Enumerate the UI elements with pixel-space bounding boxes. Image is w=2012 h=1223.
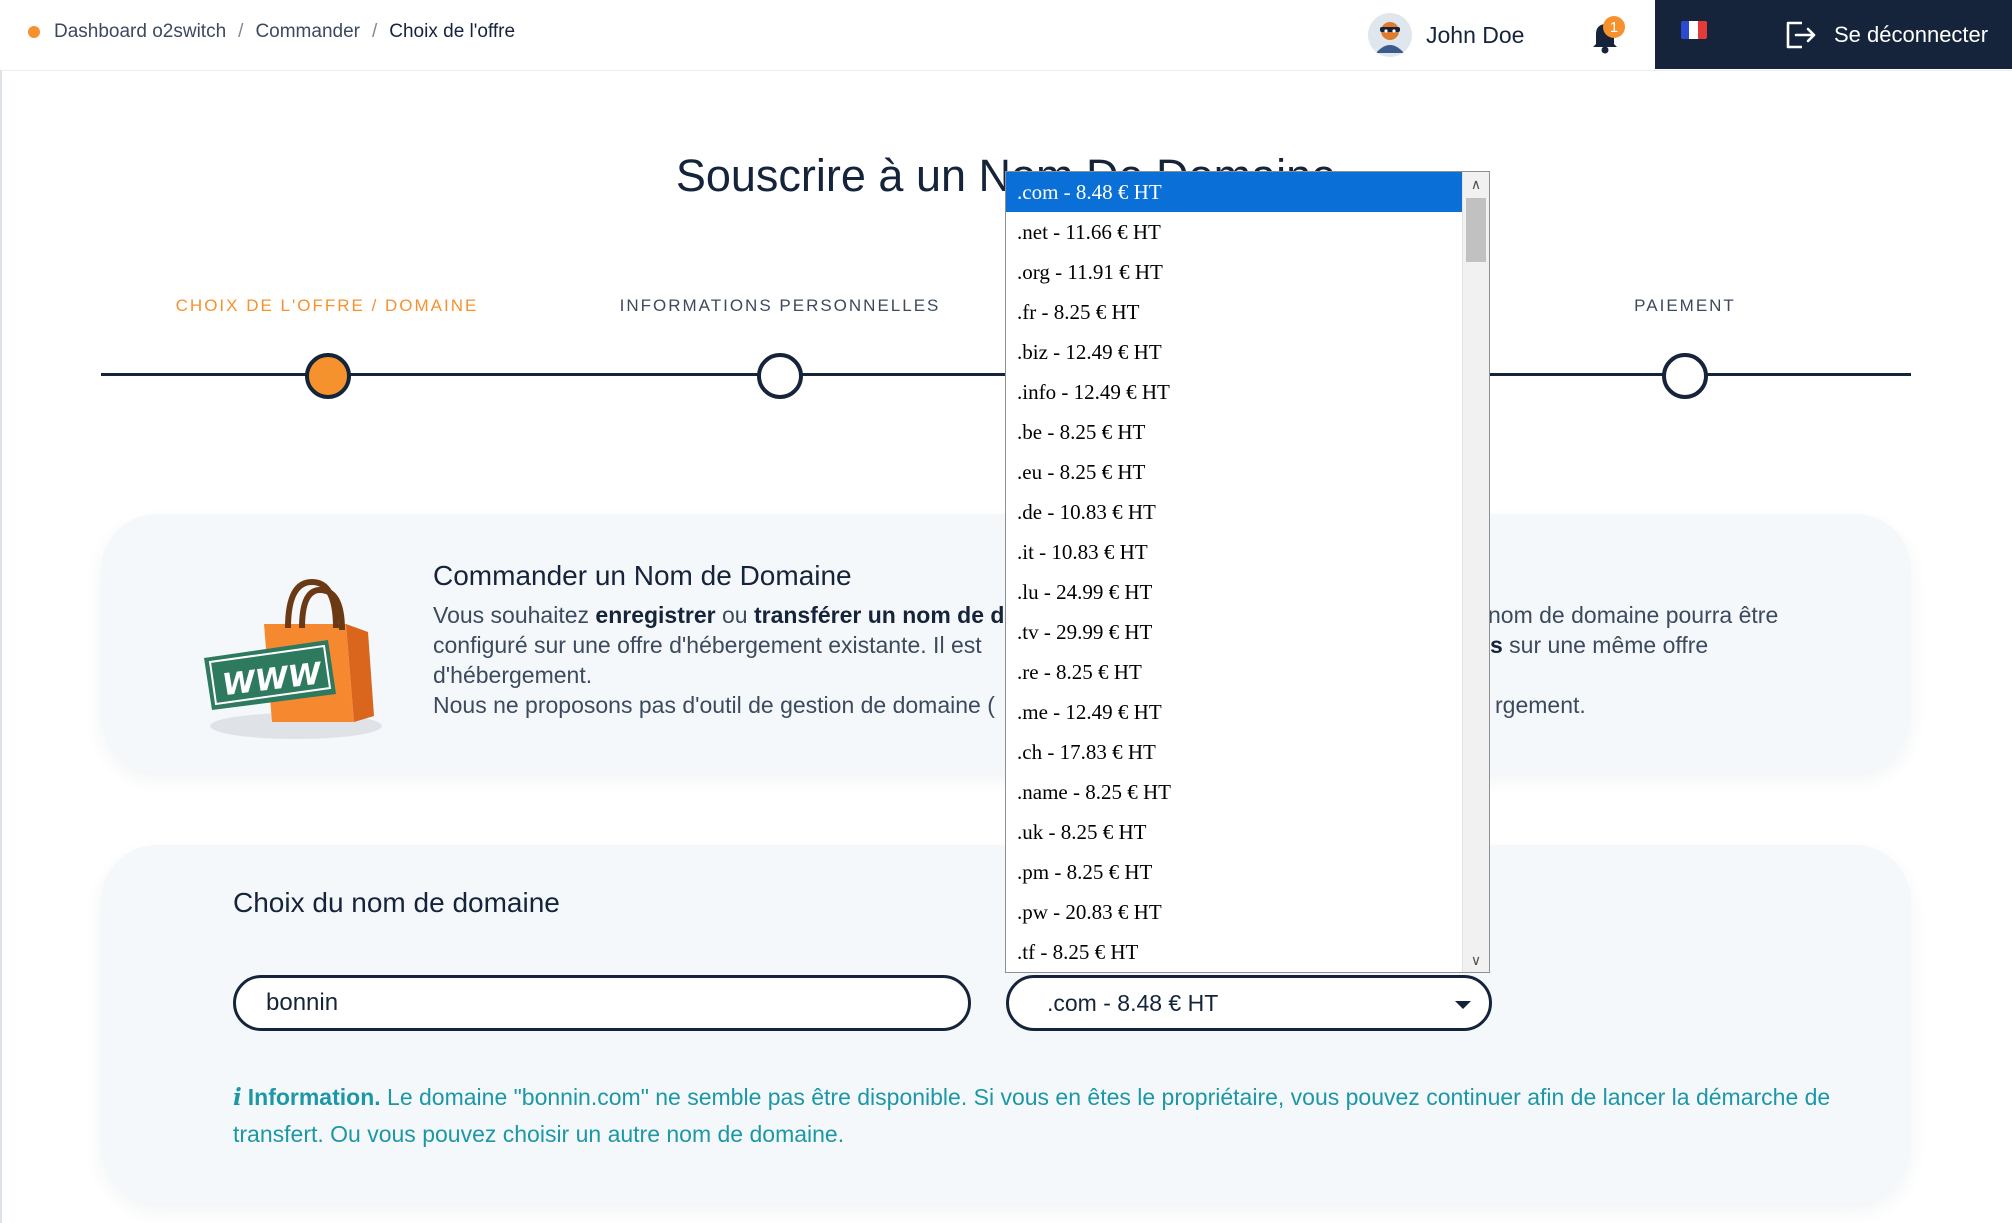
extension-option[interactable]: .pm - 8.25 € HT (1006, 852, 1464, 892)
extension-option[interactable]: .de - 10.83 € HT (1006, 492, 1464, 532)
extension-option[interactable]: .re - 8.25 € HT (1006, 652, 1464, 692)
extension-option[interactable]: .be - 8.25 € HT (1006, 412, 1464, 452)
status-dot-icon (28, 26, 40, 38)
scroll-down-icon[interactable]: ∨ (1463, 948, 1489, 972)
logout-button[interactable]: Se déconnecter (1732, 0, 2012, 69)
step-label-payment: PAIEMENT (1634, 296, 1736, 315)
top-bar: Dashboard o2switch / Commander / Choix d… (0, 0, 2012, 71)
domain-choice-title: Choix du nom de domaine (233, 887, 560, 918)
step-label-offer: CHOIX DE L'OFFRE / DOMAINE (175, 296, 479, 315)
extension-option[interactable]: .org - 11.91 € HT (1006, 252, 1464, 292)
extension-option[interactable]: .tv - 29.99 € HT (1006, 612, 1464, 652)
info-label: Information. (247, 1084, 381, 1110)
extension-option[interactable]: .fr - 8.25 € HT (1006, 292, 1464, 332)
fr-flag-icon (1680, 20, 1707, 39)
breadcrumb-commander-link[interactable]: Commander (255, 21, 360, 43)
extension-option[interactable]: .pw - 20.83 € HT (1006, 892, 1464, 932)
breadcrumb-separator: / (238, 21, 244, 42)
breadcrumb-separator: / (371, 21, 378, 42)
language-selector[interactable] (1655, 0, 1732, 69)
intro-title: Commander un Nom de Domaine (433, 560, 852, 591)
extension-option[interactable]: .biz - 12.49 € HT (1006, 332, 1464, 372)
user-name: John Doe (1426, 21, 1525, 48)
left-border (0, 70, 2, 1223)
logout-label: Se déconnecter (1834, 21, 1989, 47)
extension-option[interactable]: .lu - 24.99 € HT (1006, 572, 1464, 612)
chevron-down-icon (1455, 1001, 1471, 1009)
extension-option[interactable]: .name - 8.25 € HT (1006, 772, 1464, 812)
extension-option[interactable]: .info - 12.49 € HT (1006, 372, 1464, 412)
extension-option[interactable]: .eu - 8.25 € HT (1006, 452, 1464, 492)
avatar (1368, 13, 1412, 57)
extension-option[interactable]: .net - 11.66 € HT (1006, 212, 1464, 252)
breadcrumb-current: Choix de l'offre (389, 21, 516, 42)
domain-name-input[interactable] (233, 975, 971, 1031)
extension-option[interactable]: .me - 12.49 € HT (1006, 692, 1464, 732)
step-label-personal-info: INFORMATIONS PERSONNELLES (619, 296, 941, 315)
extension-option[interactable]: .uk - 8.25 € HT (1006, 812, 1464, 852)
step-dot-offer (305, 353, 351, 399)
notifications-button[interactable]: 1 (1582, 12, 1628, 58)
scroll-up-icon[interactable]: ∧ (1463, 172, 1489, 196)
logout-icon (1786, 21, 1816, 48)
breadcrumb-dashboard-link[interactable]: Dashboard o2switch (54, 21, 226, 43)
step-dot-payment (1662, 353, 1708, 399)
step-dot-personal-info (757, 353, 803, 399)
notification-badge: 1 (1603, 16, 1625, 38)
extension-select-value: .com - 8.48 € HT (1047, 990, 1219, 1016)
shopping-bag-www-icon: WWW (196, 554, 396, 749)
info-icon: i (233, 1084, 242, 1111)
scrollbar-thumb[interactable] (1466, 198, 1486, 262)
extension-select[interactable]: .com - 8.48 € HT (1006, 975, 1492, 1031)
dropdown-scrollbar[interactable]: ∧ ∨ (1462, 172, 1489, 972)
extension-option[interactable]: .ch - 17.83 € HT (1006, 732, 1464, 772)
user-menu[interactable]: John Doe (1368, 12, 1524, 58)
extension-option[interactable]: .com - 8.48 € HT (1006, 172, 1464, 212)
extension-dropdown-list[interactable]: .com - 8.48 € HT .net - 11.66 € HT .org - … (1005, 171, 1490, 973)
breadcrumb: Dashboard o2switch / Commander / Choix d… (28, 21, 515, 43)
extension-option[interactable]: .it - 10.83 € HT (1006, 532, 1464, 572)
extension-option[interactable]: .tf - 8.25 € HT (1006, 932, 1464, 972)
availability-info-message: i Information. Le domaine "bonnin.com" ne… (233, 1079, 1853, 1152)
extension-options: .com - 8.48 € HT .net - 11.66 € HT .org - … (1006, 172, 1464, 972)
info-text: Le domaine "bonnin.com" ne semble pas êt… (233, 1084, 1831, 1147)
